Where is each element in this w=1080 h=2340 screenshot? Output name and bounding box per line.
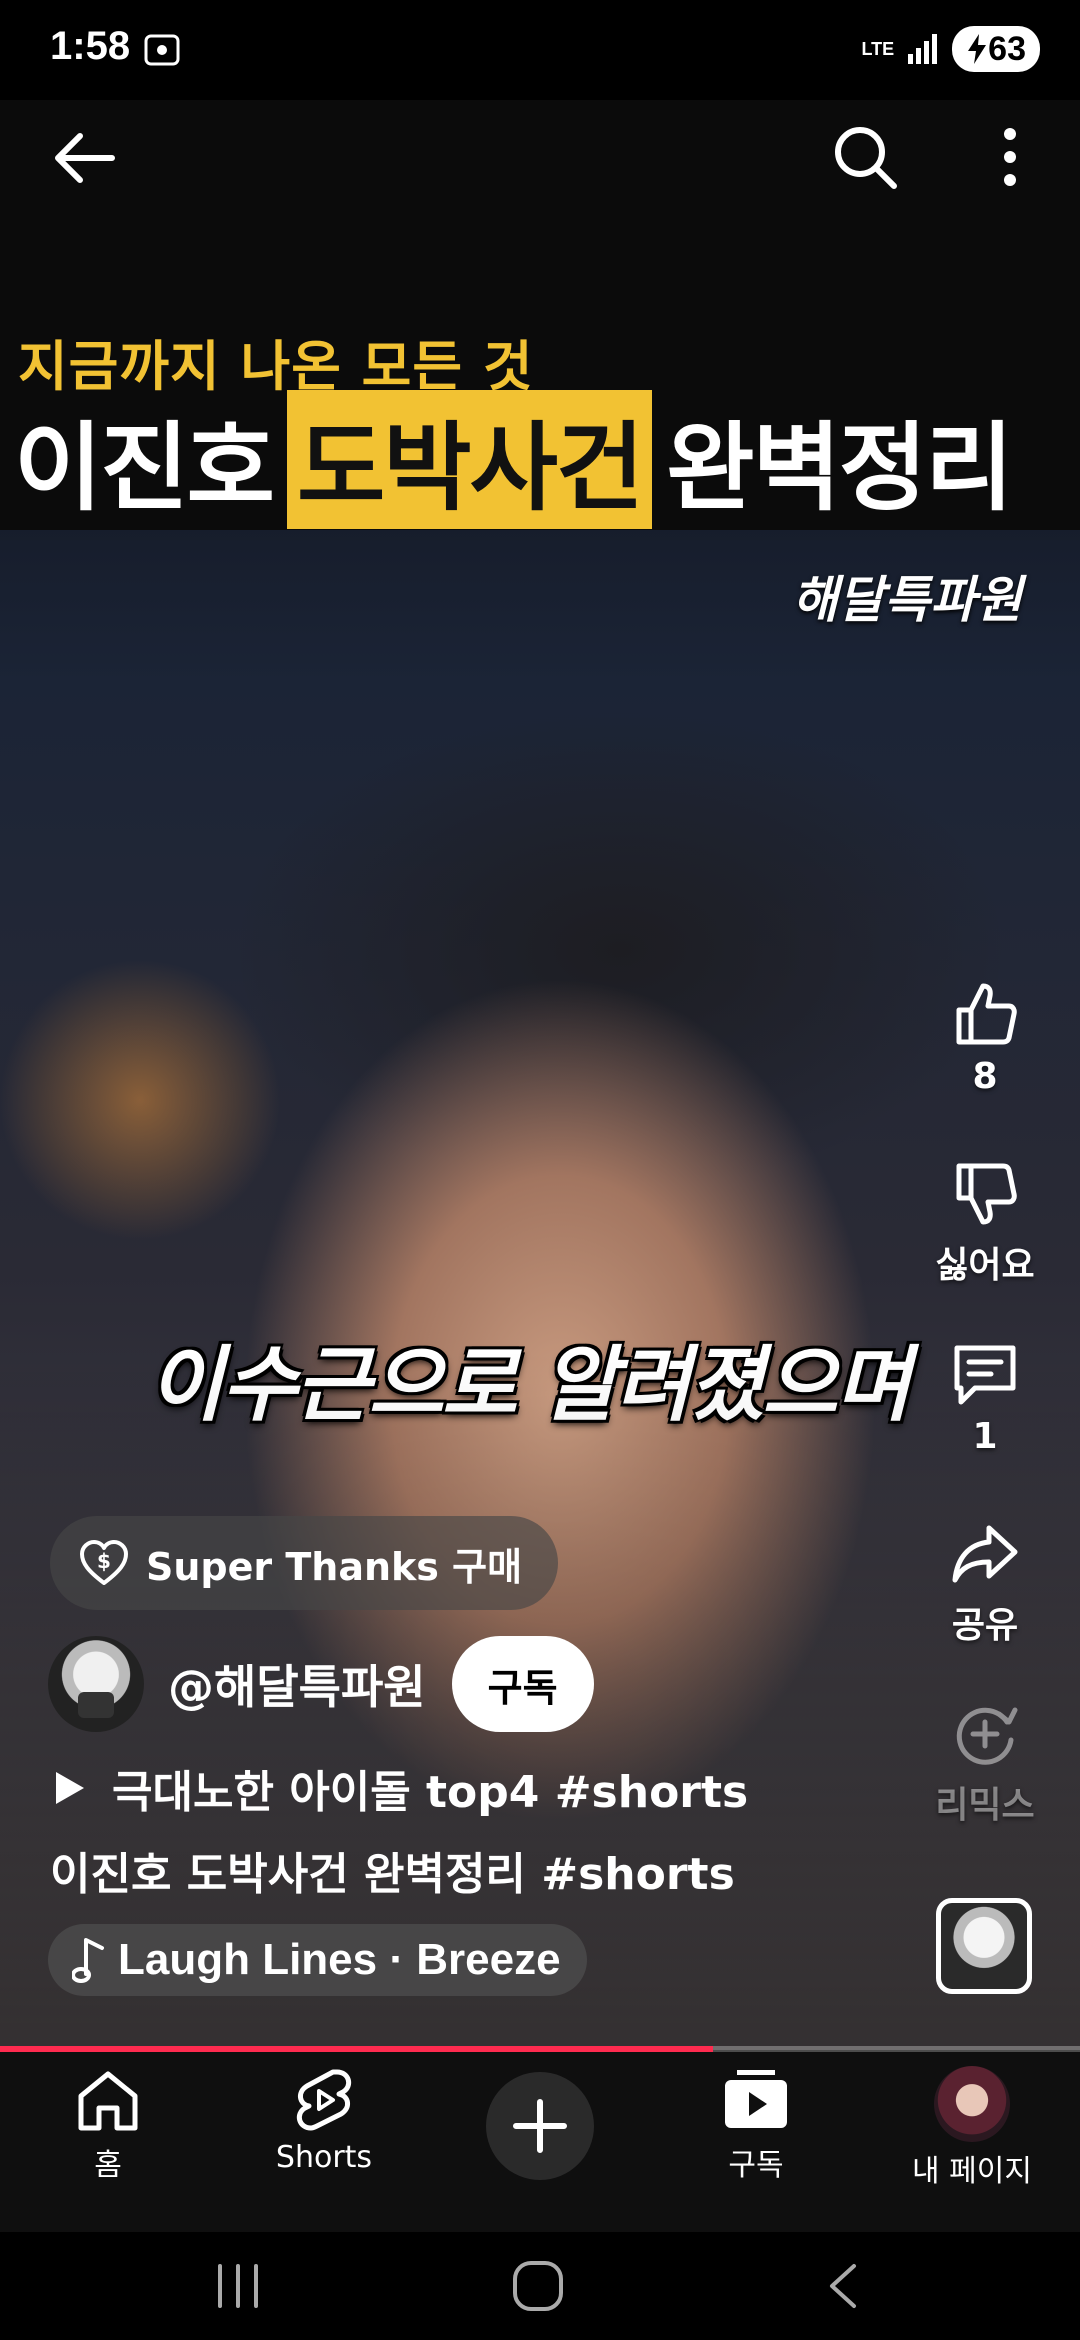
super-thanks-button[interactable]: $ Super Thanks 구매 (50, 1516, 559, 1610)
back-arrow-icon[interactable] (48, 128, 118, 188)
nav-my-page-label: 내 페이지 (912, 2154, 1032, 2189)
screenshot-icon (144, 34, 180, 66)
home-icon (78, 2071, 138, 2131)
dislike-button[interactable]: 싫어요 (910, 1160, 1060, 1288)
comment-count: 1 (972, 1416, 998, 1457)
network-indicator: LTE (861, 39, 895, 59)
more-vert-icon[interactable] (990, 124, 1030, 190)
super-thanks-label: Super Thanks 구매 (146, 1544, 523, 1589)
shorts-icon (296, 2069, 352, 2131)
charging-icon (968, 34, 987, 64)
status-bar: 1:58 LTE 63 (0, 0, 1080, 100)
music-thumbnail[interactable] (936, 1898, 1032, 1994)
svg-text:$: $ (97, 1549, 111, 1573)
share-button[interactable]: 공유 (910, 1520, 1060, 1648)
create-button[interactable] (486, 2072, 594, 2180)
music-title: Laugh Lines · Breeze (118, 1935, 561, 1984)
nav-subscriptions-label: 구독 (728, 2148, 784, 2183)
music-pill[interactable]: Laugh Lines · Breeze (48, 1924, 587, 1996)
subscriptions-icon (725, 2070, 787, 2128)
battery-level: 63 (988, 29, 1026, 68)
music-note-icon (72, 1938, 104, 1983)
comment-button[interactable]: 1 (910, 1340, 1060, 1457)
nav-shorts[interactable]: Shorts (224, 2066, 424, 2175)
nav-my-page[interactable]: 내 페이지 (872, 2066, 1072, 2190)
channel-watermark: 해달특파원 (792, 571, 1022, 629)
back-system-icon[interactable] (824, 2262, 864, 2310)
nav-home[interactable]: 홈 (8, 2066, 208, 2184)
status-time: 1:58 (50, 24, 131, 68)
remix-label: 리믹스 (935, 1785, 1035, 1826)
remix-button[interactable]: 리믹스 (910, 1700, 1060, 1828)
headline-big: 이진호 도박사건 완벽정리 (14, 390, 1014, 529)
battery-indicator: 63 (952, 26, 1040, 72)
dislike-label: 싫어요 (935, 1245, 1035, 1286)
comment-icon (954, 1345, 1016, 1405)
profile-avatar (934, 2066, 1010, 2142)
signal-icon (908, 34, 938, 64)
system-navigation-bar (0, 2232, 1080, 2340)
subscribe-button[interactable]: 구독 (451, 1636, 594, 1732)
home-system-icon[interactable] (512, 2260, 564, 2312)
search-icon[interactable] (832, 124, 898, 190)
remix-icon (956, 1707, 1018, 1765)
share-label: 공유 (951, 1605, 1019, 1646)
thumbs-up-icon (956, 983, 1017, 1045)
channel-avatar[interactable] (48, 1636, 144, 1732)
channel-name[interactable]: @해달특파원 (168, 1651, 426, 1717)
headline-highlight: 도박사건 (286, 390, 653, 529)
recent-apps-icon[interactable] (214, 2262, 262, 2310)
video-title-banner: 지금까지 나온 모든 것 이진호 도박사건 완벽정리 (0, 100, 1080, 530)
headline-part2: 완벽정리 (666, 412, 1013, 524)
nav-subscriptions[interactable]: 구독 (656, 2066, 856, 2184)
status-indicators: LTE 63 (861, 26, 1040, 72)
channel-row: @해달특파원 구독 (48, 1636, 594, 1732)
related-video-link[interactable]: 극대노한 아이돌 top4 #shorts (52, 1756, 748, 1820)
bottom-navigation: 홈 Shorts 구독 내 페이지 (0, 2052, 1080, 2232)
plus-icon (513, 2099, 567, 2153)
like-count: 8 (972, 1056, 998, 1097)
heart-dollar-icon: $ (80, 1540, 128, 1585)
nav-home-label: 홈 (94, 2148, 122, 2183)
nav-shorts-label: Shorts (275, 2140, 373, 2175)
play-icon (56, 1772, 84, 1804)
like-button[interactable]: 8 (910, 980, 1060, 1097)
thumbs-down-icon (956, 1163, 1017, 1225)
related-video-title: 극대노한 아이돌 top4 #shorts (112, 1767, 749, 1818)
share-icon (952, 1525, 1018, 1583)
video-title[interactable]: 이진호 도박사건 완벽정리 #shorts (50, 1838, 735, 1902)
headline-part1: 이진호 (14, 412, 275, 524)
